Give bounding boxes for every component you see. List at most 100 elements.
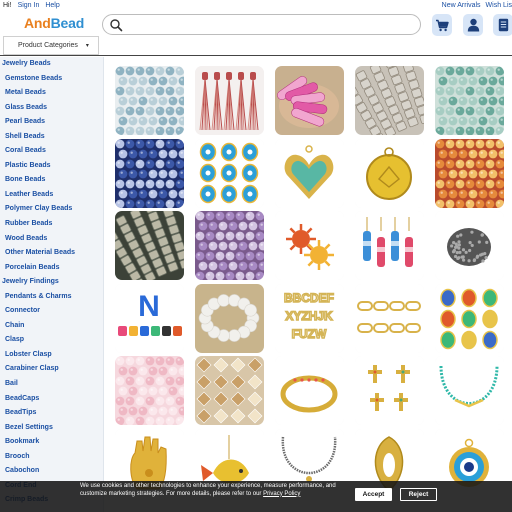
category-sidebar: Jewelry Beads Gemstone Beads Metal Beads Gl… xyxy=(0,57,104,512)
product-thumbnail[interactable] xyxy=(195,211,264,280)
product-image xyxy=(435,139,504,208)
product-thumbnail[interactable] xyxy=(435,211,504,280)
product-image xyxy=(195,66,264,135)
product-image xyxy=(355,211,424,280)
product-image xyxy=(115,139,184,208)
product-thumbnail[interactable] xyxy=(275,66,344,135)
sidebar-category-item[interactable]: Clasp xyxy=(0,333,103,348)
product-thumbnail[interactable] xyxy=(355,284,424,353)
sidebar-category-item[interactable]: Bail xyxy=(0,377,103,392)
product-image xyxy=(115,66,184,135)
product-thumbnail[interactable]: BBCDEF XYZHJK FUZW xyxy=(275,284,344,353)
account-button[interactable] xyxy=(463,14,483,36)
product-thumbnail[interactable] xyxy=(115,66,184,135)
sidebar-category-item[interactable]: Pearl Beads xyxy=(0,115,103,130)
greeting-text: Hi! xyxy=(3,2,12,9)
sidebar-category-item[interactable]: Cabochon xyxy=(0,464,103,479)
sidebar-category-item[interactable]: Other Material Beads xyxy=(0,246,103,261)
sidebar-category-item[interactable]: Coral Beads xyxy=(0,144,103,159)
sidebar-category-item[interactable]: Gemstone Beads xyxy=(0,72,103,87)
sidebar-category-item[interactable]: Pendants & Charms xyxy=(0,290,103,305)
product-thumbnail[interactable] xyxy=(355,139,424,208)
product-image xyxy=(435,356,504,425)
product-image xyxy=(355,284,424,353)
sidebar-category-item[interactable]: Glass Beads xyxy=(0,101,103,116)
sidebar-category-group[interactable]: Jewelry Beads xyxy=(0,57,103,72)
product-thumbnail[interactable] xyxy=(115,356,184,425)
sidebar-category-item[interactable]: Carabiner Clasp xyxy=(0,362,103,377)
product-categories-dropdown[interactable]: Product Categories ▾ xyxy=(3,36,99,55)
product-image xyxy=(275,211,344,280)
top-utility-bar: Hi! Sign In Help New Arrivals Wish Lis xyxy=(0,0,512,12)
product-thumbnail[interactable] xyxy=(195,356,264,425)
sidebar-category-item[interactable]: Bone Beads xyxy=(0,173,103,188)
search-icon[interactable] xyxy=(109,18,123,32)
site-logo[interactable]: AndBead xyxy=(24,15,84,31)
product-thumbnail[interactable] xyxy=(435,66,504,135)
product-categories-label: Product Categories xyxy=(18,42,78,49)
new-arrivals-link[interactable]: New Arrivals xyxy=(442,0,481,12)
sidebar-category-item[interactable]: Lobster Clasp xyxy=(0,348,103,363)
cart-button[interactable] xyxy=(432,14,452,36)
sidebar-category-item[interactable]: Leather Beads xyxy=(0,188,103,203)
search-bar[interactable] xyxy=(102,14,421,35)
sidebar-category-item[interactable]: Bezel Settings xyxy=(0,421,103,436)
sidebar-category-item[interactable]: BeadTips xyxy=(0,406,103,421)
sidebar-category-item[interactable]: Connector xyxy=(0,304,103,319)
product-image xyxy=(355,139,424,208)
cookie-banner: We use cookies and other technologies to… xyxy=(0,481,512,512)
sidebar-category-item[interactable]: Plastic Beads xyxy=(0,159,103,174)
product-thumbnail[interactable] xyxy=(275,211,344,280)
product-image xyxy=(195,139,264,208)
logo-text-bead: Bead xyxy=(50,15,85,31)
sidebar-category-item[interactable]: BeadCaps xyxy=(0,392,103,407)
sidebar-category-item[interactable]: Bookmark xyxy=(0,435,103,450)
product-image xyxy=(435,211,504,280)
svg-text:FUZW: FUZW xyxy=(292,327,327,341)
product-image xyxy=(275,66,344,135)
wish-list-link[interactable]: Wish Lis xyxy=(486,0,512,12)
product-grid: N BBCDEF XYZHJK FUZW xyxy=(115,66,505,512)
reject-cookies-button[interactable]: Reject xyxy=(400,488,437,501)
orders-button[interactable] xyxy=(493,14,512,36)
product-thumbnail[interactable] xyxy=(275,356,344,425)
product-image xyxy=(195,211,264,280)
product-thumbnail[interactable] xyxy=(115,211,184,280)
product-thumbnail[interactable] xyxy=(195,66,264,135)
product-thumbnail[interactable] xyxy=(355,66,424,135)
product-thumbnail[interactable] xyxy=(275,139,344,208)
product-image xyxy=(355,356,424,425)
sign-in-link[interactable]: Sign In xyxy=(18,0,40,12)
product-thumbnail[interactable] xyxy=(115,139,184,208)
sidebar-category-item[interactable]: Wood Beads xyxy=(0,232,103,247)
order-list-icon xyxy=(498,18,508,32)
sidebar-category-item[interactable]: Shell Beads xyxy=(0,130,103,145)
help-link[interactable]: Help xyxy=(45,0,59,12)
sidebar-category-group[interactable]: Jewelry Findings xyxy=(0,275,103,290)
product-image xyxy=(195,356,264,425)
logo-text-and: And xyxy=(24,15,51,31)
privacy-policy-link[interactable]: Privacy Policy xyxy=(263,491,300,497)
accept-cookies-button[interactable]: Accept xyxy=(355,488,392,501)
product-image xyxy=(275,356,344,425)
sidebar-category-item[interactable]: Polymer Clay Beads xyxy=(0,202,103,217)
product-image: BBCDEF XYZHJK FUZW xyxy=(275,284,344,353)
sidebar-category-item[interactable]: Rubber Beads xyxy=(0,217,103,232)
product-thumbnail[interactable] xyxy=(195,284,264,353)
user-icon xyxy=(467,18,479,32)
search-input[interactable] xyxy=(127,17,415,32)
product-image xyxy=(355,66,424,135)
product-thumbnail[interactable] xyxy=(355,356,424,425)
product-thumbnail[interactable] xyxy=(435,139,504,208)
product-thumbnail[interactable]: N xyxy=(115,284,184,353)
product-thumbnail[interactable] xyxy=(195,139,264,208)
product-thumbnail[interactable] xyxy=(435,356,504,425)
sidebar-category-item[interactable]: Chain xyxy=(0,319,103,334)
product-thumbnail[interactable] xyxy=(355,211,424,280)
product-image: N xyxy=(115,284,184,353)
cart-icon xyxy=(436,19,449,31)
product-thumbnail[interactable] xyxy=(435,284,504,353)
sidebar-category-item[interactable]: Metal Beads xyxy=(0,86,103,101)
sidebar-category-item[interactable]: Porcelain Beads xyxy=(0,261,103,276)
sidebar-category-item[interactable]: Brooch xyxy=(0,450,103,465)
